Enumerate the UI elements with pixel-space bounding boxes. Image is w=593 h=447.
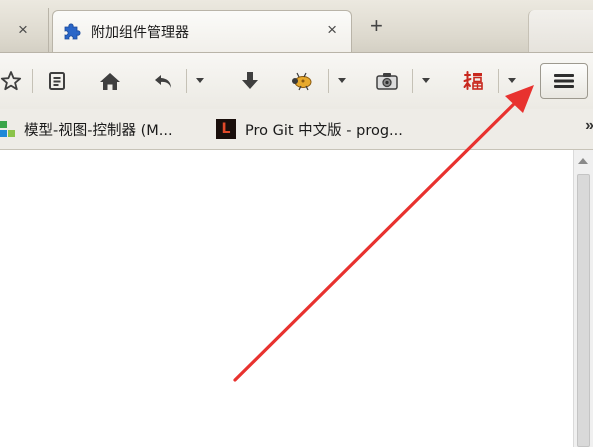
new-tab-button[interactable]: + — [370, 14, 383, 38]
bookmark-item[interactable]: L Pro Git 中文版 - prog... — [216, 119, 403, 139]
scrollbar-thumb[interactable] — [577, 174, 590, 447]
page-content-area — [0, 150, 573, 447]
toolbar-separator — [32, 69, 33, 93]
tab-strip: × 附加组件管理器 × + — [0, 0, 593, 53]
scroll-up-arrow-icon[interactable] — [578, 158, 588, 164]
toolbar-separator — [186, 69, 187, 93]
open-menu-button[interactable] — [540, 63, 588, 99]
undo-icon[interactable] — [152, 69, 176, 93]
bookmarks-toolbar: 模型-视图-控制器 (M... L Pro Git 中文版 - prog... … — [0, 109, 593, 150]
chevron-down-icon[interactable] — [334, 72, 350, 90]
chevron-down-icon[interactable] — [418, 72, 434, 90]
tab-title: 附加组件管理器 — [91, 25, 189, 41]
reading-list-icon[interactable] — [46, 69, 68, 93]
home-icon[interactable] — [98, 69, 122, 93]
screenshot-camera-icon[interactable] — [374, 69, 400, 93]
bug-icon[interactable] — [288, 69, 316, 93]
tab-previous[interactable]: × — [0, 8, 49, 52]
tab-addons-manager[interactable]: 附加组件管理器 × — [52, 10, 352, 53]
toolbar-separator — [498, 69, 499, 93]
colored-squares-icon — [0, 120, 16, 138]
vertical-scrollbar[interactable] — [573, 150, 593, 447]
puzzle-piece-icon — [62, 21, 82, 41]
chevron-down-icon[interactable] — [192, 72, 208, 90]
tab-next[interactable] — [528, 10, 593, 52]
toolbar-separator — [412, 69, 413, 93]
toolbar-separator — [328, 69, 329, 93]
bookmark-label: Pro Git 中文版 - prog... — [245, 122, 403, 139]
bookmark-label: 模型-视图-控制器 (M... — [24, 122, 173, 139]
download-icon[interactable] — [238, 69, 262, 93]
bookmarks-overflow-chevron-icon[interactable]: » — [585, 117, 593, 135]
fortune-fu-icon[interactable] — [460, 69, 486, 93]
hamburger-menu-icon — [553, 72, 575, 90]
tab-close-button[interactable]: × — [327, 20, 337, 40]
chevron-down-icon[interactable] — [504, 72, 520, 90]
tab-close-button[interactable]: × — [18, 20, 28, 40]
bookmark-item[interactable]: 模型-视图-控制器 (M... — [0, 119, 173, 139]
letter-l-icon: L — [216, 119, 236, 139]
bookmark-star-icon[interactable] — [0, 69, 22, 93]
navigation-toolbar — [0, 52, 593, 110]
